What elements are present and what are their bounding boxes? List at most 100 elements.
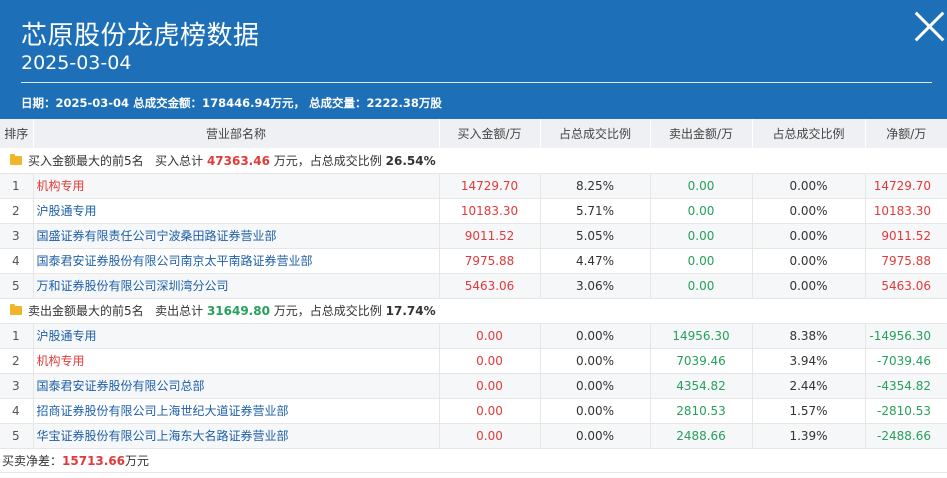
buy-amount-cell: 0.00 [439,373,541,399]
rank-cell: 4 [0,398,34,424]
sell-amount-cell: 7039.46 [650,348,753,374]
col-header-net: 净额/万 [865,119,947,148]
table-header-row: 排序 营业部名称 买入金额/万 占总成交比例 卖出金额/万 占总成交比例 净额/… [0,119,947,148]
table-row: 1 沪股通专用 0.00 0.00% 14956.30 8.38% -14956.30 [0,323,947,349]
sell-total-ratio: 17.74% [385,304,436,318]
buy-amount-cell: 0.00 [439,398,541,424]
sell-ratio-cell: 0.00% [752,223,866,249]
buy-total-prefix: 买入总计 [155,153,204,168]
buy-ratio-cell: 0.00% [540,423,651,449]
net-amount-cell: -14956.30 [865,323,947,349]
buy-total-value: 47363.46 [206,153,270,168]
buy-ratio-cell: 4.47% [540,248,651,274]
buy-amount-cell: 10183.30 [439,198,541,224]
branch-name-link[interactable]: 华宝证券股份有限公司上海东大名路证券营业部 [37,429,289,443]
sell-amount-cell: 2488.66 [650,423,753,449]
net-diff-unit: 万元 [125,453,150,468]
table-row: 3 国泰君安证券股份有限公司总部 0.00 0.00% 4354.82 2.44% -435… [0,373,947,399]
sell-amount-cell: 0.00 [650,223,753,249]
buy-section-row: 买入金额最大的前5名 买入总计 47363.46 万元，占总成交比例 26.54… [0,148,947,174]
branch-name-cell: 国泰君安证券股份有限公司南京太平南路证券营业部 [33,248,440,274]
net-amount-cell: -2810.53 [865,398,947,424]
buy-ratio-cell: 0.00% [540,398,651,424]
buy-amount-cell: 0.00 [439,323,541,349]
buy-section-label: 买入金额最大的前5名 [28,153,144,168]
buy-ratio-cell: 8.25% [540,173,651,199]
page-title: 芯原股份龙虎榜数据 [21,21,260,51]
branch-name-link[interactable]: 国泰君安证券股份有限公司总部 [37,379,205,393]
net-amount-cell: 10183.30 [865,198,947,224]
buy-ratio-cell: 0.00% [540,348,651,374]
branch-name-cell: 华宝证券股份有限公司上海东大名路证券营业部 [33,423,440,449]
sell-section-cell: 卖出金额最大的前5名 卖出总计 31649.80 万元，占总成交比例 17.74… [0,298,947,324]
net-amount-cell: 7975.88 [865,248,947,274]
net-diff-footer: 买卖净差：15713.66万元 [0,449,947,473]
sell-total-prefix: 卖出总计 [155,304,204,318]
buy-total-suffix: 万元，占总成交比例 [273,153,382,168]
branch-name-link[interactable]: 沪股通专用 [37,204,97,218]
table-row: 4 招商证券股份有限公司上海世纪大道证券营业部 0.00 0.00% 2810.53 1.… [0,398,947,424]
branch-name-link[interactable]: 国泰君安证券股份有限公司南京太平南路证券营业部 [37,254,313,268]
sell-ratio-cell: 0.00% [752,173,866,199]
folder-icon [10,153,22,165]
net-diff-value: 15713.66 [62,453,126,468]
sell-total-value: 31649.80 [206,304,270,318]
buy-total-ratio: 26.54% [385,153,436,168]
sell-amount-cell: 2810.53 [650,398,753,424]
rank-cell: 2 [0,198,34,224]
branch-name-link[interactable]: 机构专用 [37,354,85,368]
sell-amount-cell: 0.00 [650,248,753,274]
sell-ratio-cell: 1.57% [752,398,866,424]
branch-name-link[interactable]: 国盛证券有限责任公司宁波桑田路证券营业部 [37,229,277,243]
dragon-tiger-table: 排序 营业部名称 买入金额/万 占总成交比例 卖出金额/万 占总成交比例 净额/… [0,119,947,449]
table-row: 4 国泰君安证券股份有限公司南京太平南路证券营业部 7975.88 4.47% 0.00… [0,248,947,274]
table-row: 1 机构专用 14729.70 8.25% 0.00 0.00% 14729.70 [0,173,947,199]
net-amount-cell: -7039.46 [865,348,947,374]
header: 芯原股份龙虎榜数据 2025-03-04 日期：2025-03-04 总成交金额… [0,0,947,119]
branch-name-cell: 国盛证券有限责任公司宁波桑田路证券营业部 [33,223,440,249]
close-icon[interactable] [913,10,945,42]
sell-ratio-cell: 0.00% [752,273,866,299]
table-row: 2 机构专用 0.00 0.00% 7039.46 3.94% -7039.46 [0,348,947,374]
buy-amount-cell: 7975.88 [439,248,541,274]
col-header-name: 营业部名称 [33,119,440,148]
header-divider [21,82,932,83]
folder-icon [10,304,22,315]
sell-amount-cell: 14956.30 [650,323,753,349]
page-date: 2025-03-04 [21,52,132,74]
buy-amount-cell: 0.00 [439,348,541,374]
sell-amount-cell: 4354.82 [650,373,753,399]
rank-cell: 4 [0,248,34,274]
branch-name-link[interactable]: 万和证券股份有限公司深圳湾分公司 [37,279,229,293]
sell-total-suffix: 万元，占总成交比例 [273,304,382,318]
rank-cell: 3 [0,373,34,399]
table-row: 3 国盛证券有限责任公司宁波桑田路证券营业部 9011.52 5.05% 0.00 0.0… [0,223,947,249]
rank-cell: 1 [0,323,34,349]
net-amount-cell: 9011.52 [865,223,947,249]
rank-cell: 5 [0,423,34,449]
sell-amount-cell: 0.00 [650,273,753,299]
buy-amount-cell: 0.00 [439,423,541,449]
branch-name-cell: 国泰君安证券股份有限公司总部 [33,373,440,399]
sell-ratio-cell: 8.38% [752,323,866,349]
net-diff-label: 买卖净差： [2,453,63,468]
buy-ratio-cell: 5.71% [540,198,651,224]
table-row: 2 沪股通专用 10183.30 5.71% 0.00 0.00% 10183.30 [0,198,947,224]
buy-amount-cell: 5463.06 [439,273,541,299]
net-amount-cell: 14729.70 [865,173,947,199]
col-header-sell-ratio: 占总成交比例 [752,119,866,148]
branch-name-link[interactable]: 招商证券股份有限公司上海世纪大道证券营业部 [37,404,289,418]
branch-name-link[interactable]: 机构专用 [37,179,85,193]
rank-cell: 5 [0,273,34,299]
buy-amount-cell: 9011.52 [439,223,541,249]
sell-section-label: 卖出金额最大的前5名 [28,304,144,318]
col-header-rank: 排序 [0,119,34,148]
buy-ratio-cell: 0.00% [540,373,651,399]
branch-name-link[interactable]: 沪股通专用 [37,329,97,343]
sell-ratio-cell: 0.00% [752,248,866,274]
branch-name-cell: 万和证券股份有限公司深圳湾分公司 [33,273,440,299]
net-amount-cell: -2488.66 [865,423,947,449]
rank-cell: 2 [0,348,34,374]
branch-name-cell: 机构专用 [33,348,440,374]
sell-ratio-cell: 0.00% [752,198,866,224]
